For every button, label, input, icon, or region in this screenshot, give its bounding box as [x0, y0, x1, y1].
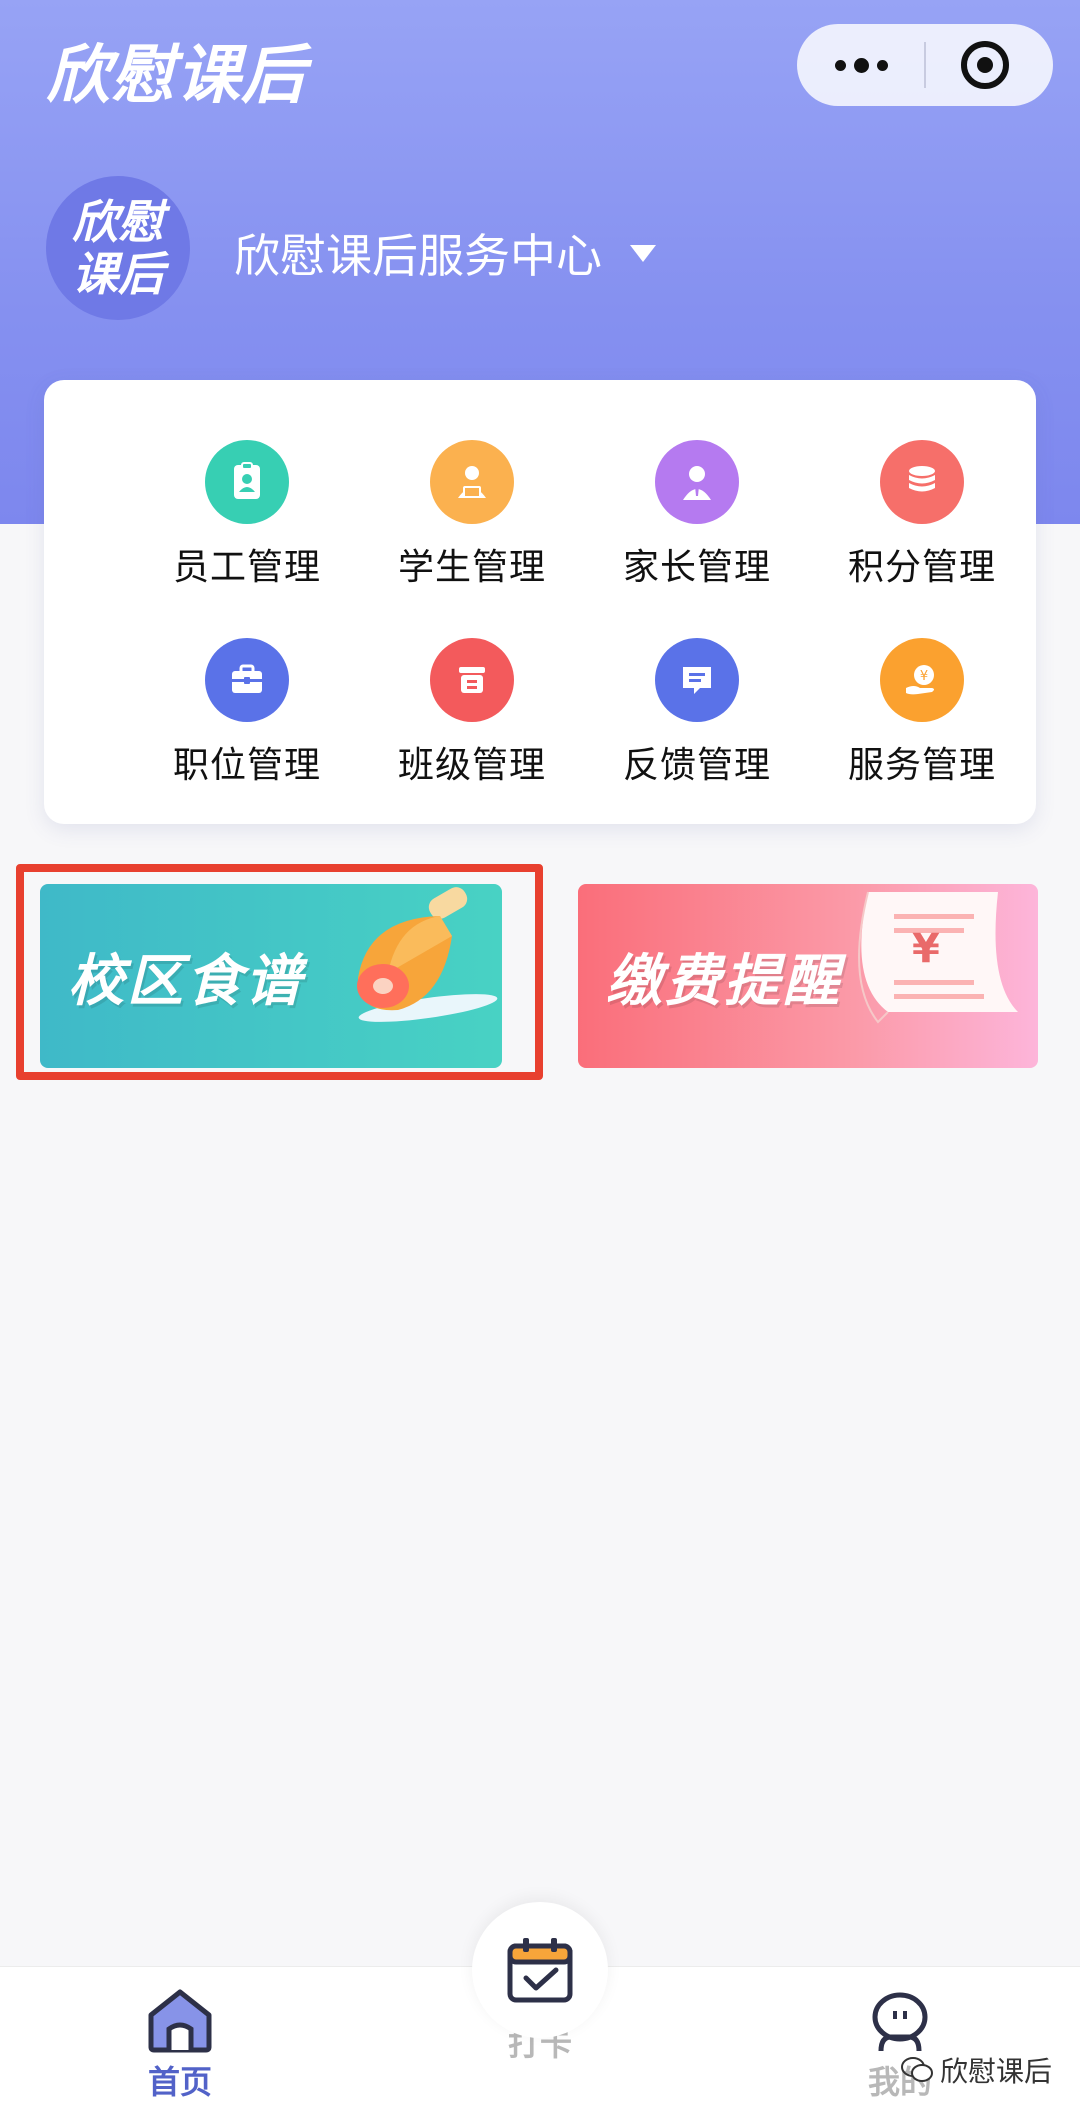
- menu-item-feedback[interactable]: 反馈管理: [597, 638, 797, 788]
- menu-item-student[interactable]: 学生管理: [372, 440, 572, 590]
- center-selector[interactable]: 欣慰课后服务中心: [234, 220, 656, 286]
- class-icon: [430, 638, 514, 722]
- close-miniprogram-icon[interactable]: [961, 41, 1009, 89]
- calendar-check-icon: [507, 1938, 573, 2003]
- dot-icon: [853, 57, 869, 73]
- menu-item-label: 家长管理: [622, 547, 771, 588]
- highlight-annotation: [16, 864, 543, 1080]
- user-icon: [872, 1992, 928, 2052]
- menu-item-label: 班级管理: [397, 745, 546, 786]
- svg-text:¥: ¥: [920, 669, 928, 684]
- menu-item-service[interactable]: ¥ 服务管理: [822, 638, 1022, 788]
- briefcase-icon: [205, 638, 289, 722]
- capsule-divider: [924, 42, 926, 88]
- caret-down-icon: [630, 244, 656, 262]
- menu-item-position[interactable]: 职位管理: [147, 638, 347, 788]
- menu-item-label: 员工管理: [172, 547, 321, 588]
- payment-reminder-banner[interactable]: 缴费提醒 ¥: [578, 884, 1038, 1068]
- management-menu: 员工管理 学生管理 家长管理 积分管理 职位管理 班级管理 反馈管理 ¥ 服务管…: [44, 380, 1036, 824]
- menu-item-parent[interactable]: 家长管理: [597, 440, 797, 590]
- student-icon: [430, 440, 514, 524]
- logo-text-line1: 欣慰: [72, 195, 164, 249]
- menu-item-label: 职位管理: [172, 745, 321, 786]
- banner-title: 缴费提醒: [606, 949, 842, 1014]
- dot-icon: [876, 59, 888, 71]
- center-name: 欣慰课后服务中心: [234, 229, 602, 283]
- parent-icon: [655, 440, 739, 524]
- yen-symbol: ¥: [912, 926, 940, 972]
- service-icon: ¥: [880, 638, 964, 722]
- app-title: 欣慰课后: [46, 38, 306, 113]
- avatar[interactable]: 欣慰 课后: [46, 176, 190, 320]
- home-icon: [148, 1989, 212, 2053]
- dot-icon: [834, 59, 846, 71]
- menu-item-label: 反馈管理: [622, 745, 771, 786]
- badge-icon: [205, 440, 289, 524]
- tab-home[interactable]: 首页: [80, 1967, 280, 2103]
- receipt-icon: [858, 891, 1018, 1024]
- miniprogram-capsule: [797, 24, 1053, 106]
- wechat-icon: [901, 2057, 933, 2082]
- watermark: 欣慰课后: [900, 2050, 1052, 2090]
- tab-label: 首页: [147, 2063, 212, 2101]
- message-icon: [655, 638, 739, 722]
- menu-item-points[interactable]: 积分管理: [822, 440, 1022, 590]
- menu-item-label: 积分管理: [847, 547, 996, 588]
- coins-icon: [880, 440, 964, 524]
- checkin-button[interactable]: [472, 1902, 608, 2038]
- logo-text-line2: 课后: [72, 247, 164, 301]
- menu-item-staff[interactable]: 员工管理: [147, 440, 347, 590]
- watermark-text: 欣慰课后: [940, 2055, 1053, 2088]
- menu-item-label: 学生管理: [397, 547, 546, 588]
- more-options-button[interactable]: [819, 24, 903, 106]
- menu-item-class[interactable]: 班级管理: [372, 638, 572, 788]
- menu-item-label: 服务管理: [847, 745, 996, 786]
